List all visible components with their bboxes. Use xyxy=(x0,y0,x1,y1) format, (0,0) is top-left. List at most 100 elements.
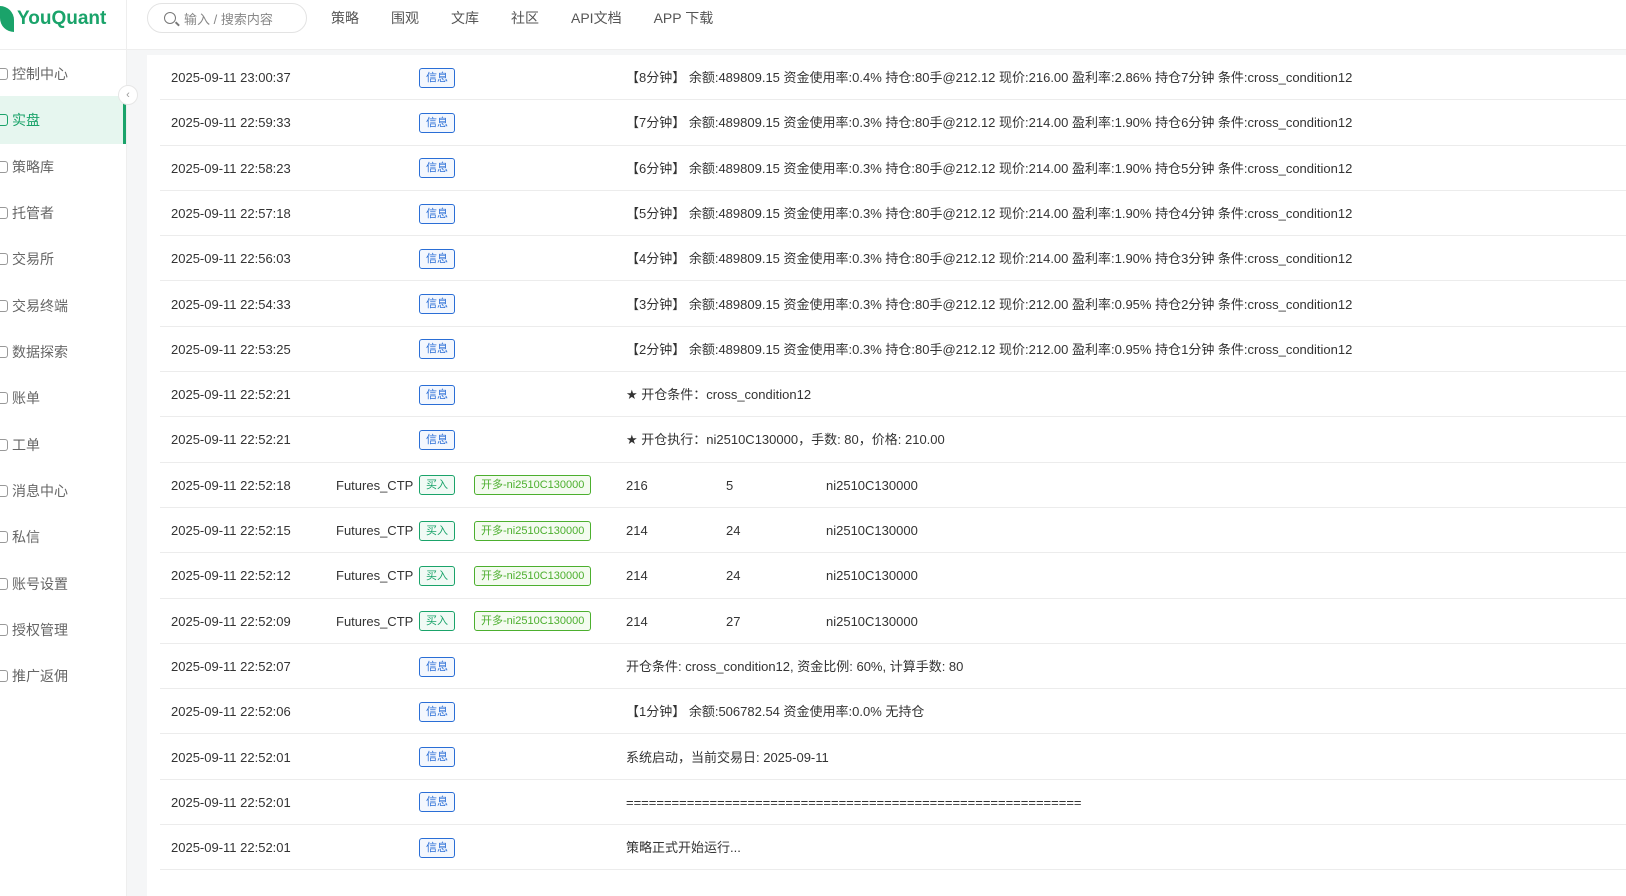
live-trading-icon xyxy=(0,114,8,126)
log-price: 214 xyxy=(626,568,648,584)
sidebar-item-label: 推广返佣 xyxy=(12,668,68,684)
log-row: 2025-09-11 22:52:21 信息 ★ 开仓执行：ni2510C13000… xyxy=(160,417,1626,463)
log-type-badge: 信息 xyxy=(419,430,455,451)
search-icon xyxy=(164,12,176,24)
log-price: 214 xyxy=(626,523,648,538)
log-type-badge: 信息 xyxy=(419,792,455,813)
sidebar-item[interactable]: 推广返佣 xyxy=(0,652,126,700)
log-message: 策略正式开始运行... xyxy=(626,840,741,856)
log-type-badge: 信息 xyxy=(419,656,455,677)
log-time: 2025-09-11 22:52:01 xyxy=(171,794,291,810)
sidebar-item-label: 账号设置 xyxy=(12,576,68,592)
sidebar-item[interactable]: 工单 xyxy=(0,421,126,469)
log-contract-code: ni2510C130000 xyxy=(826,568,918,584)
log-quantity: 24 xyxy=(726,568,741,584)
log-time: 2025-09-11 22:52:09 xyxy=(171,613,291,629)
log-type-badge: 信息 xyxy=(419,339,455,360)
sidebar-item[interactable]: 消息中心 xyxy=(0,467,126,515)
search-placeholder: 输入 / 搜索内容 xyxy=(184,11,273,27)
log-action-badge: 开多-ni2510C130000 xyxy=(474,520,592,541)
nav-community[interactable]: 社区 xyxy=(511,8,539,28)
nav-app-download[interactable]: APP 下载 xyxy=(654,8,714,28)
log-time: 2025-09-11 22:54:33 xyxy=(171,296,291,312)
log-message: 【5分钟】 余额:489809.15 资金使用率:0.3% 持仓:80手@212… xyxy=(626,205,1353,221)
log-exchange: Futures_CTP xyxy=(336,477,414,493)
sidebar-item-label: 交易所 xyxy=(12,251,54,267)
log-contract-code: ni2510C130000 xyxy=(826,613,918,629)
sidebar-item-label: 工单 xyxy=(12,437,40,453)
bell-icon xyxy=(0,485,8,497)
log-time: 2025-09-11 22:52:01 xyxy=(171,749,291,765)
auth-icon xyxy=(0,624,8,636)
log-action-badge: 开多-ni2510C130000 xyxy=(474,565,592,586)
log-type-badge: 信息 xyxy=(419,203,455,224)
nav-watch[interactable]: 围观 xyxy=(391,8,419,28)
log-exchange: Futures_CTP xyxy=(336,613,414,629)
log-row: 2025-09-11 22:54:33 信息 【3分钟】 余额:489809.15 … xyxy=(160,282,1626,327)
sidebar-collapse-button[interactable]: ‹ xyxy=(118,85,138,105)
log-time: 2025-09-11 22:52:12 xyxy=(171,568,291,584)
log-panel: 2025-09-11 23:00:37 信息 【8分钟】 余额:489809.15 … xyxy=(147,55,1626,896)
promo-icon xyxy=(0,670,8,682)
chevron-left-icon: ‹ xyxy=(126,89,130,101)
sidebar-item-label: 账单 xyxy=(12,390,40,406)
log-type-badge: 买入 xyxy=(419,565,455,586)
sidebar-item[interactable]: 数据探索 xyxy=(0,328,126,376)
log-quantity: 27 xyxy=(726,613,741,629)
log-message: ★ 开仓执行：ni2510C130000，手数: 80，价格: 210.00 xyxy=(626,432,945,448)
log-action-badge: 开多-ni2510C130000 xyxy=(474,611,592,632)
log-time: 2025-09-11 22:52:15 xyxy=(171,523,291,538)
log-message: 【2分钟】 余额:489809.15 资金使用率:0.3% 持仓:80手@212… xyxy=(626,341,1353,357)
log-type-badge: 信息 xyxy=(419,384,455,405)
log-type-badge: 信息 xyxy=(419,67,455,88)
log-time: 2025-09-11 22:57:18 xyxy=(171,205,291,221)
sidebar-item[interactable]: 策略库 xyxy=(0,143,126,191)
log-type-badge: 买入 xyxy=(419,520,455,541)
logo[interactable]: YouQuant xyxy=(0,4,106,34)
sidebar-item[interactable]: 控制中心 xyxy=(0,50,126,98)
log-time: 2025-09-11 22:52:07 xyxy=(171,658,291,674)
main-content: 2025-09-11 23:00:37 信息 【8分钟】 余额:489809.15 … xyxy=(127,50,1626,896)
log-type-badge: 信息 xyxy=(419,112,455,133)
log-row: 2025-09-11 22:52:01 信息 系统启动，当前交易日: 2025-09… xyxy=(160,735,1626,780)
log-quantity: 24 xyxy=(726,523,741,538)
log-message: 【8分钟】 余额:489809.15 资金使用率:0.4% 持仓:80手@212… xyxy=(626,70,1353,85)
strategy-icon xyxy=(0,161,8,173)
message-icon xyxy=(0,531,8,543)
logo-text: YouQuant xyxy=(17,8,107,29)
terminal-icon xyxy=(0,300,8,312)
sidebar-item[interactable]: 交易终端 xyxy=(0,282,126,330)
log-row: 2025-09-11 22:59:33 信息 【7分钟】 余额:489809.15 … xyxy=(160,100,1626,146)
docker-icon xyxy=(0,207,8,219)
log-contract-code: ni2510C130000 xyxy=(826,523,918,538)
nav-strategy[interactable]: 策略 xyxy=(331,8,359,28)
sidebar-item[interactable]: 授权管理 xyxy=(0,606,126,654)
log-message: ========================================… xyxy=(626,794,1082,810)
sidebar-item[interactable]: 实盘 xyxy=(0,96,126,144)
sidebar-item[interactable]: 账号设置 xyxy=(0,560,126,608)
log-exchange: Futures_CTP xyxy=(336,523,414,538)
top-header: YouQuant 输入 / 搜索内容 策略 围观 文库 社区 API文档 APP… xyxy=(0,0,1626,50)
log-time: 2025-09-11 22:59:33 xyxy=(171,115,291,131)
nav-library[interactable]: 文库 xyxy=(451,8,479,28)
sidebar-item[interactable]: 私信 xyxy=(0,513,126,561)
search-input[interactable]: 输入 / 搜索内容 xyxy=(147,3,307,33)
log-row: 2025-09-11 22:53:25 信息 【2分钟】 余额:489809.15 … xyxy=(160,327,1626,373)
sidebar-item-label: 授权管理 xyxy=(12,622,68,638)
settings-icon xyxy=(0,578,8,590)
log-time: 2025-09-11 22:58:23 xyxy=(171,160,291,176)
log-row: 2025-09-11 22:52:01 信息 策略正式开始运行... xyxy=(160,825,1626,871)
sidebar-item[interactable]: 托管者 xyxy=(0,189,126,237)
sidebar-item-label: 策略库 xyxy=(12,159,54,175)
nav-api-docs[interactable]: API文档 xyxy=(571,8,622,28)
sidebar-item[interactable]: 交易所 xyxy=(0,235,126,283)
sidebar-item-label: 私信 xyxy=(12,529,40,545)
log-time: 2025-09-11 22:52:06 xyxy=(171,704,291,720)
sidebar-item[interactable]: 账单 xyxy=(0,374,126,422)
log-row: 2025-09-11 22:52:21 信息 ★ 开仓条件：cross_condit… xyxy=(160,372,1626,418)
log-exchange: Futures_CTP xyxy=(336,568,414,584)
log-time: 2025-09-11 22:52:01 xyxy=(171,840,291,856)
log-action-badge: 开多-ni2510C130000 xyxy=(474,475,592,496)
sidebar-item-label: 交易终端 xyxy=(12,298,68,314)
log-row: 2025-09-11 22:52:12 Futures_CTP 买入 开多-ni251… xyxy=(160,553,1626,599)
